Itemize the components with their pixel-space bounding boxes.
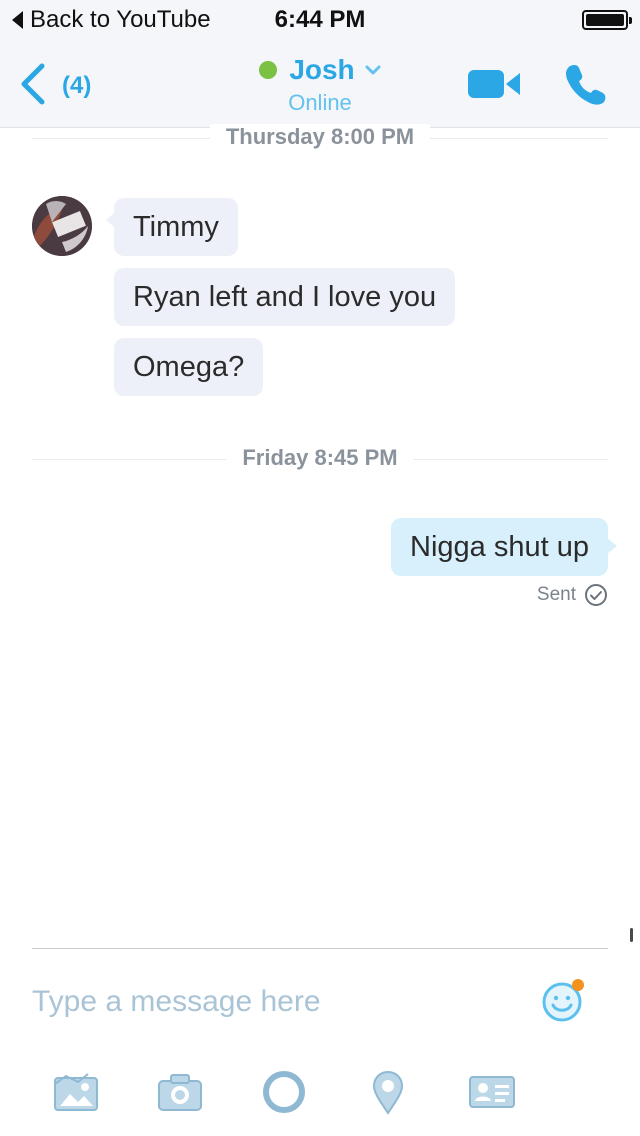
contact-name[interactable]: Josh (289, 54, 354, 86)
location-icon[interactable] (364, 1068, 412, 1116)
video-message-icon[interactable] (260, 1068, 308, 1116)
contact-card-icon[interactable] (468, 1068, 516, 1116)
message-input[interactable] (32, 978, 512, 1026)
battery-icon (582, 10, 632, 30)
composer-divider (32, 948, 608, 949)
chat-header: (4) Josh Online (0, 40, 640, 128)
camera-icon[interactable] (156, 1068, 204, 1116)
message-status: Sent (537, 583, 608, 607)
status-bar: Back to YouTube 6:44 PM (0, 0, 640, 40)
sent-label: Sent (536, 584, 576, 605)
contact-avatar[interactable] (32, 196, 92, 256)
avatar-image (32, 196, 92, 256)
status-time: 6:44 PM (274, 6, 366, 33)
scroll-indicator[interactable] (630, 928, 633, 942)
incoming-message[interactable]: Omega? (114, 338, 264, 396)
incoming-message[interactable]: Ryan left and I love you (114, 268, 456, 326)
contact-info[interactable]: Josh Online (0, 54, 640, 116)
gallery-icon[interactable] (52, 1068, 100, 1116)
incoming-message[interactable]: Timmy (106, 198, 238, 256)
contact-status: Online (288, 90, 352, 115)
date-label: Friday 8:45 PM (226, 445, 414, 471)
video-call-icon[interactable] (468, 68, 520, 100)
chevron-down-icon[interactable] (365, 65, 381, 75)
outgoing-message[interactable]: Nigga shut up (391, 518, 617, 576)
date-label: Thursday 8:00 PM (209, 124, 431, 150)
checkmark-circle-icon (585, 584, 607, 606)
phone-call-icon[interactable] (564, 62, 606, 106)
date-separator: Friday 8:45 PM (32, 445, 608, 473)
online-status-dot (259, 61, 278, 79)
date-separator: Thursday 8:00 PM (32, 124, 608, 152)
smiley-icon[interactable] (540, 976, 588, 1024)
